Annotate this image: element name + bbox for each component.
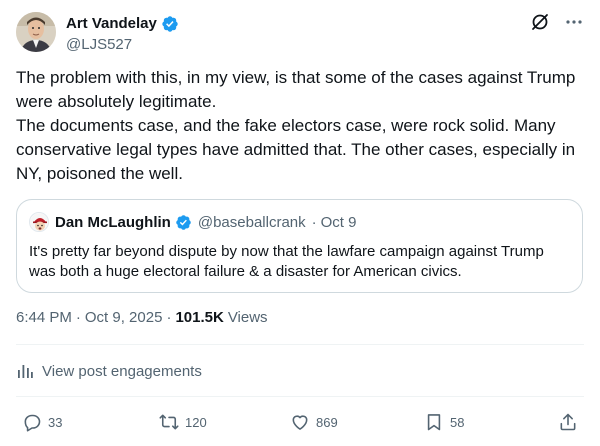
tweet-date[interactable]: Oct 9, 2025 xyxy=(85,308,163,328)
divider xyxy=(16,396,584,397)
quoted-tweet-card[interactable]: Dan McLaughlin @baseballcrank · Oct 9 It… xyxy=(16,199,583,293)
meta-separator: · xyxy=(166,309,172,326)
quoted-separator: · xyxy=(311,213,317,231)
quoted-tweet-header: Dan McLaughlin @baseballcrank · Oct 9 xyxy=(29,212,570,232)
bookmark-button[interactable]: 58 xyxy=(424,410,464,434)
tweet-paragraph: The documents case, and the fake elector… xyxy=(16,116,576,183)
author-avatar[interactable] xyxy=(16,12,56,52)
tweet-meta: 6:44 PM · Oct 9, 2025 · 101.5K Views xyxy=(16,308,268,328)
tweet-header: Art Vandelay @LJS527 xyxy=(16,10,584,58)
meta-separator: · xyxy=(75,309,81,326)
quoted-author-name: Dan McLaughlin xyxy=(55,213,171,231)
bookmark-count: 58 xyxy=(450,414,465,430)
divider xyxy=(16,344,584,345)
top-actions xyxy=(530,12,584,32)
repost-count: 120 xyxy=(185,414,207,430)
reply-icon xyxy=(24,414,41,432)
quoted-date: Oct 9 xyxy=(320,213,357,231)
bookmark-icon xyxy=(427,414,441,431)
quoted-author-handle: @baseballcrank xyxy=(197,213,306,231)
author-handle[interactable]: @LJS527 xyxy=(66,35,132,55)
author-display-name[interactable]: Art Vandelay xyxy=(66,14,157,34)
share-button[interactable] xyxy=(558,410,578,434)
repost-button[interactable]: 120 xyxy=(159,410,207,434)
analytics-icon xyxy=(18,365,33,378)
view-engagements-link[interactable]: View post engagements xyxy=(16,362,202,380)
views-count: 101.5K xyxy=(175,309,224,326)
repost-icon xyxy=(159,414,179,430)
like-icon xyxy=(292,415,308,430)
like-button[interactable]: 869 xyxy=(290,410,338,434)
grok-icon[interactable] xyxy=(530,12,550,32)
action-bar: 33 120 869 58 xyxy=(16,410,584,436)
verified-badge-icon xyxy=(162,16,178,32)
reply-button[interactable]: 33 xyxy=(22,410,62,434)
quoted-verified-badge-icon xyxy=(176,214,191,230)
views-label: Views xyxy=(227,309,268,326)
share-icon xyxy=(560,413,576,431)
like-count: 869 xyxy=(316,414,338,430)
reply-count: 33 xyxy=(48,414,63,430)
tweet-time[interactable]: 6:44 PM xyxy=(16,308,72,328)
view-engagements-label: View post engagements xyxy=(42,362,202,380)
quoted-author-avatar xyxy=(29,212,49,232)
tweet-text: The problem with this, in my view, is th… xyxy=(16,66,586,186)
tweet-paragraph: The problem with this, in my view, is th… xyxy=(16,68,576,111)
more-icon[interactable] xyxy=(564,12,584,32)
author-name-row: Art Vandelay xyxy=(66,14,179,34)
quoted-tweet-text: It's pretty far beyond dispute by now th… xyxy=(29,243,544,280)
